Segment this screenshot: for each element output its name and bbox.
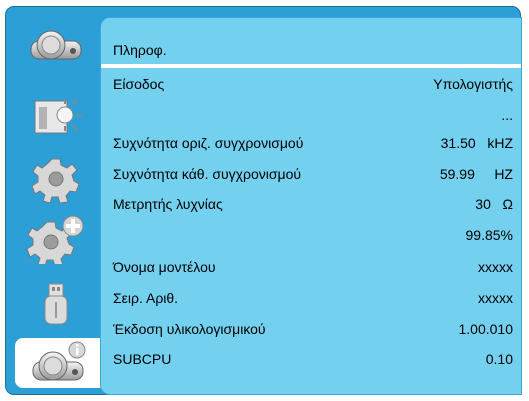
row-label: Είσοδος bbox=[113, 76, 165, 92]
title-divider bbox=[101, 64, 521, 68]
osd-menu-frame: Πληροφ. Είσοδος Υπολογιστής ... Συχνότητ… bbox=[5, 6, 522, 395]
row-label: Σειρ. Αριθ. bbox=[113, 290, 179, 306]
sidebar-item-advanced[interactable] bbox=[15, 214, 96, 264]
row-input-detail: ... bbox=[113, 107, 513, 131]
screen-brightness-icon bbox=[34, 99, 82, 134]
row-vertical-sync: Συχνότητα κάθ. συγχρονισμού 59.99 HZ bbox=[113, 166, 513, 190]
row-value: 1.00.010 bbox=[458, 321, 514, 337]
sidebar-item-display[interactable] bbox=[15, 92, 96, 142]
projector-info-icon bbox=[32, 341, 86, 381]
row-serial-number: Σειρ. Αριθ. xxxxx bbox=[113, 290, 513, 314]
row-input: Είσοδος Υπολογιστής bbox=[113, 76, 513, 100]
sidebar-item-usb[interactable] bbox=[15, 280, 96, 330]
row-label: SUBCPU bbox=[113, 351, 172, 367]
projector-icon bbox=[30, 30, 81, 60]
row-value: Υπολογιστής bbox=[433, 76, 513, 92]
gear-icon bbox=[30, 158, 80, 203]
gear-plus-icon bbox=[25, 215, 83, 264]
row-value: 30 Ω bbox=[475, 196, 513, 212]
sidebar-item-image[interactable] bbox=[15, 20, 96, 70]
row-label: Όνομα μοντέλου bbox=[113, 259, 216, 275]
row-label: Μετρητής λυχνίας bbox=[113, 196, 223, 212]
row-subcpu: SUBCPU 0.10 bbox=[113, 351, 513, 375]
menu-sidebar bbox=[12, 14, 105, 392]
row-horizontal-sync: Συχνότητα οριζ. συγχρονισμού 31.50 kHZ bbox=[113, 135, 513, 159]
row-lamp-percent: 99.85% bbox=[113, 227, 513, 251]
usb-icon bbox=[44, 283, 67, 325]
row-label: Συχνότητα οριζ. συγχρονισμού bbox=[113, 135, 304, 151]
row-value: 31.50 kHZ bbox=[440, 135, 513, 151]
row-value: 59.99 HZ bbox=[439, 166, 513, 182]
row-lamp-counter: Μετρητής λυχνίας 30 Ω bbox=[113, 196, 513, 220]
sidebar-item-setup[interactable] bbox=[15, 154, 96, 204]
panel-title: Πληροφ. bbox=[113, 42, 167, 58]
info-panel: Πληροφ. Είσοδος Υπολογιστής ... Συχνότητ… bbox=[100, 17, 522, 395]
row-label: Έκδοση υλικολογισμικού bbox=[113, 321, 266, 337]
row-value: xxxxx bbox=[478, 259, 513, 275]
row-label: Συχνότητα κάθ. συγχρονισμού bbox=[113, 166, 302, 182]
row-value: 99.85% bbox=[465, 227, 513, 243]
row-value: xxxxx bbox=[478, 290, 513, 306]
row-model-name: Όνομα μοντέλου xxxxx bbox=[113, 259, 513, 283]
row-firmware-version: Έκδοση υλικολογισμικού 1.00.010 bbox=[113, 321, 513, 345]
row-value: 0.10 bbox=[485, 351, 513, 367]
row-value: ... bbox=[501, 107, 513, 123]
sidebar-item-info[interactable] bbox=[15, 338, 105, 388]
